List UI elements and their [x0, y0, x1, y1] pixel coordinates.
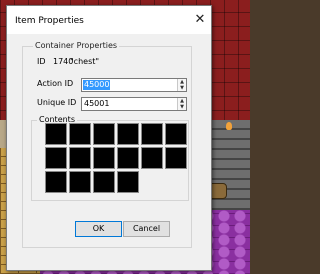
torch-sprite	[226, 122, 232, 130]
action-id-label: Action ID	[37, 79, 74, 88]
container-slot[interactable]	[93, 147, 115, 169]
dialog-titlebar: Item Properties ✕	[7, 6, 211, 34]
container-slot[interactable]	[45, 147, 67, 169]
container-slot[interactable]	[141, 147, 163, 169]
container-slot[interactable]	[69, 147, 91, 169]
item-name-value: "chest"	[70, 57, 100, 66]
close-icon[interactable]: ✕	[191, 11, 209, 29]
arrow-down-icon[interactable]: ▼	[178, 104, 186, 110]
ok-button[interactable]: OK	[75, 221, 122, 237]
unique-id-input[interactable]: 45001	[83, 99, 145, 109]
container-slot[interactable]	[45, 123, 67, 145]
container-slot[interactable]	[93, 171, 115, 193]
action-id-spinbox[interactable]: 45000 ▲ ▼	[81, 78, 187, 92]
action-id-input[interactable]: 45000	[83, 80, 111, 90]
arrow-down-icon[interactable]: ▼	[178, 85, 186, 91]
cancel-button[interactable]: Cancel	[123, 221, 170, 237]
container-slot[interactable]	[117, 147, 139, 169]
id-label: ID	[37, 57, 46, 66]
unique-id-spinbox[interactable]: 45001 ▲ ▼	[81, 97, 187, 111]
container-slot[interactable]	[165, 123, 187, 145]
container-slot[interactable]	[117, 123, 139, 145]
action-id-spin-buttons: ▲ ▼	[177, 79, 186, 91]
unique-id-label: Unique ID	[37, 98, 77, 107]
dialog-title: Item Properties	[15, 16, 84, 26]
container-slot[interactable]	[165, 147, 187, 169]
container-slot[interactable]	[93, 123, 115, 145]
container-slot[interactable]	[141, 123, 163, 145]
container-slot[interactable]	[69, 171, 91, 193]
container-slot[interactable]	[117, 171, 139, 193]
container-properties-legend: Container Properties	[33, 41, 120, 50]
container-slot[interactable]	[45, 171, 67, 193]
contents-slot-grid	[45, 123, 191, 193]
container-slot[interactable]	[69, 123, 91, 145]
unique-id-spin-buttons: ▲ ▼	[177, 98, 186, 110]
